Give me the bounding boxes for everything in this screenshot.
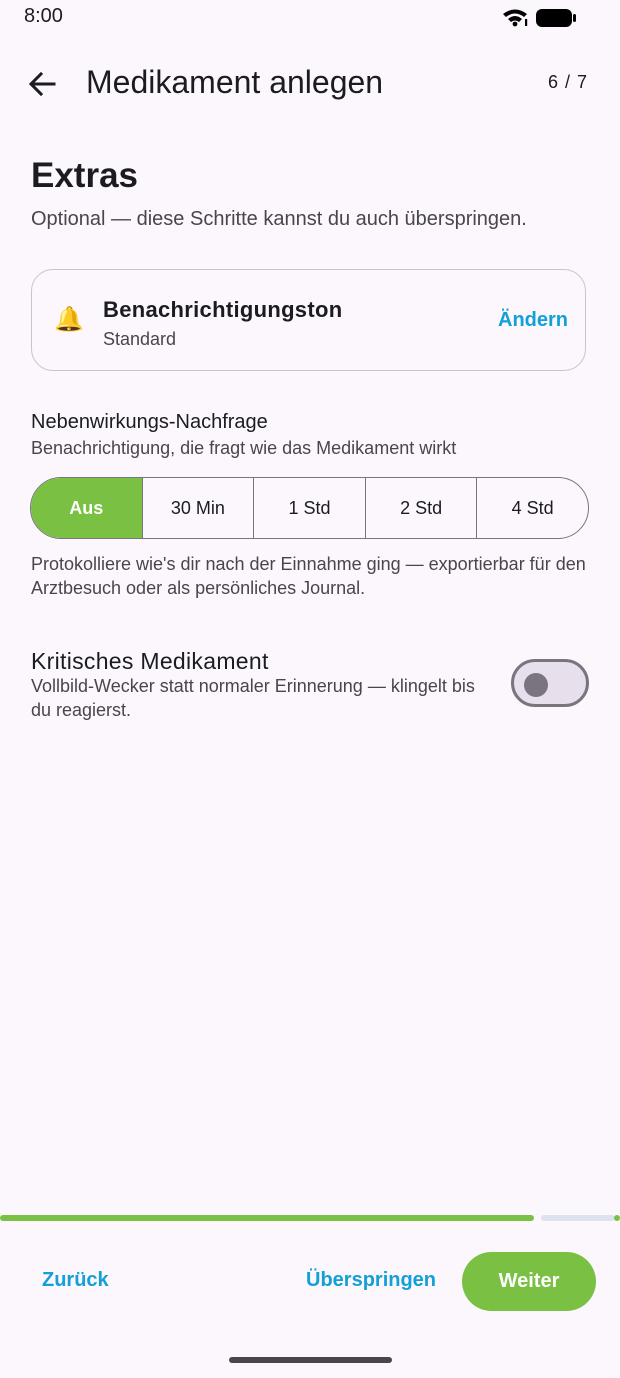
arrow-back-icon[interactable] xyxy=(26,66,60,102)
interval-option-4h[interactable]: 4 Std xyxy=(476,478,588,538)
side-effects-title: Nebenwirkungs-Nachfrage xyxy=(31,411,268,433)
progress-end-dot xyxy=(614,1215,620,1221)
interval-option-30min[interactable]: 30 Min xyxy=(141,478,254,538)
battery-icon xyxy=(536,9,576,27)
interval-option-2h[interactable]: 2 Std xyxy=(364,478,477,538)
page-title: Medikament anlegen xyxy=(86,64,384,100)
interval-option-off[interactable]: Aus xyxy=(31,478,142,538)
step-indicator: 6 / 7 xyxy=(548,72,589,92)
section-title: Extras xyxy=(31,156,139,195)
skip-button[interactable]: Überspringen xyxy=(306,1269,436,1292)
change-sound-button[interactable]: Ändern xyxy=(498,309,568,332)
wizard-progress-bar xyxy=(0,1214,620,1222)
back-button[interactable]: Zurück xyxy=(42,1269,109,1292)
interval-option-1h[interactable]: 1 Std xyxy=(253,478,365,538)
progress-remaining xyxy=(541,1215,615,1221)
side-effects-interval-selector: Aus 30 Min 1 Std 2 Std 4 Std xyxy=(30,477,589,539)
progress-fill xyxy=(0,1215,534,1221)
notification-sound-value: Standard xyxy=(103,329,177,349)
next-button[interactable]: Weiter xyxy=(462,1252,596,1311)
notification-sound-card[interactable]: 🔔 Benachrichtigungston Standard Ändern xyxy=(31,269,586,371)
home-indicator[interactable] xyxy=(229,1357,392,1363)
bell-icon: 🔔 xyxy=(54,306,84,333)
status-time: 8:00 xyxy=(24,5,63,27)
side-effects-description: Protokolliere wie's dir nach der Einnahm… xyxy=(31,554,586,598)
notification-sound-title: Benachrichtigungston xyxy=(103,297,343,322)
critical-medication-title: Kritisches Medikament xyxy=(31,648,269,674)
side-effects-subtitle: Benachrichtigung, die fragt wie das Medi… xyxy=(31,438,457,458)
critical-medication-description: Vollbild-Wecker statt normaler Erinnerun… xyxy=(31,676,475,720)
critical-medication-toggle[interactable] xyxy=(511,659,589,707)
toggle-thumb xyxy=(524,673,548,697)
section-subtitle: Optional — diese Schritte kannst du auch… xyxy=(31,208,527,230)
wifi-icon xyxy=(503,9,528,27)
